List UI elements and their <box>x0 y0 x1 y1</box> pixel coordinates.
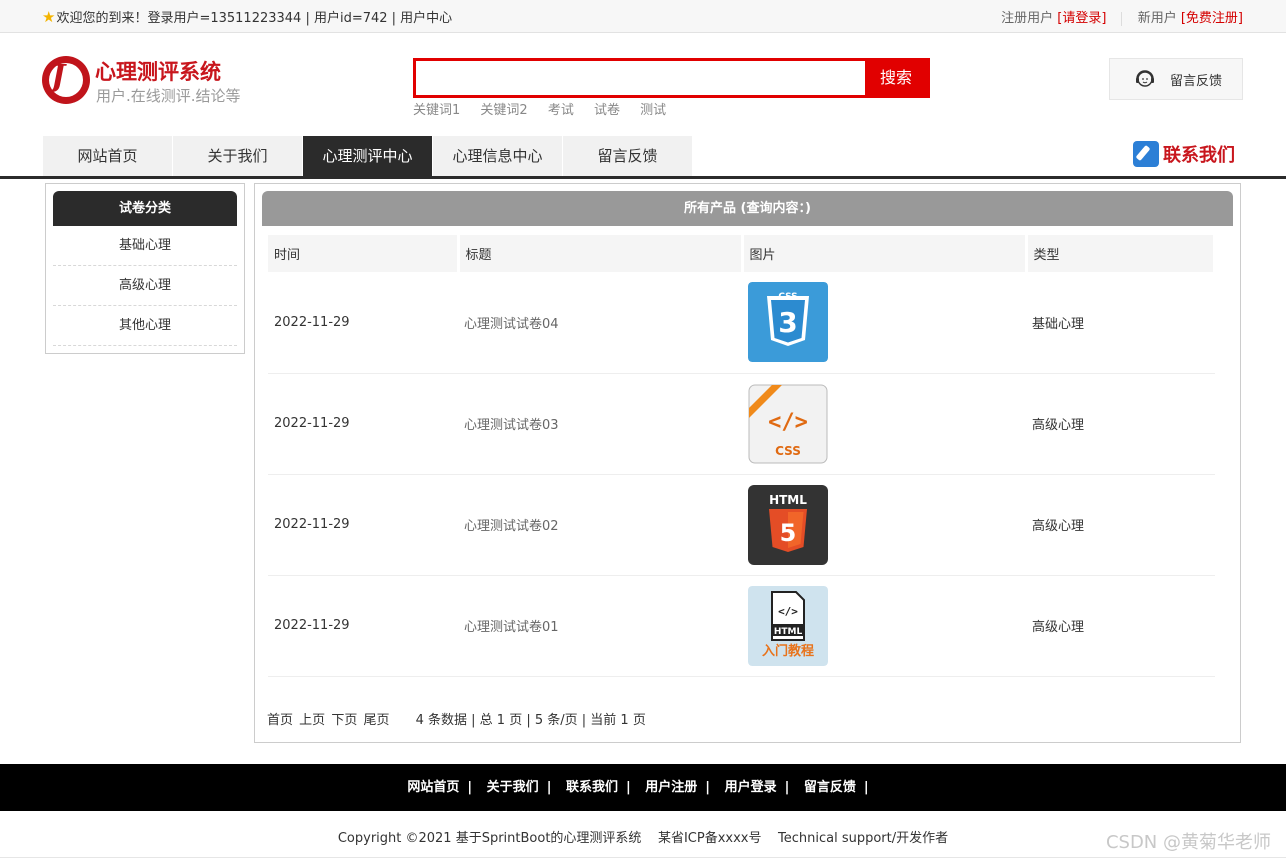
row-type: 高级心理 <box>1026 474 1215 576</box>
row-title-link[interactable]: 心理测试试卷02 <box>458 474 742 576</box>
row-date: 2022-11-29 <box>268 575 458 677</box>
logo-icon[interactable]: J <box>42 56 90 104</box>
svg-text:CSS: CSS <box>778 292 797 302</box>
nav-item-assessment[interactable]: 心理测评中心 <box>303 136 433 176</box>
headset-icon <box>1136 70 1154 87</box>
logo-subtitle: 用户.在线测评.结论等 <box>96 87 241 105</box>
category-item-advanced[interactable]: 高级心理 <box>53 266 237 306</box>
footer-link-home[interactable]: 网站首页 <box>407 780 459 795</box>
row-title-link[interactable]: 心理测试试卷03 <box>458 373 742 475</box>
svg-text:5: 5 <box>780 519 797 547</box>
footer-link-about[interactable]: 关于我们 <box>487 780 539 795</box>
keyword-link[interactable]: 试卷 <box>594 103 620 118</box>
nav-item-home[interactable]: 网站首页 <box>43 136 173 176</box>
category-sidebar: 试卷分类 基础心理 高级心理 其他心理 <box>45 183 245 354</box>
bottom-divider <box>0 857 1286 858</box>
search-button[interactable]: 搜索 <box>865 61 927 95</box>
register-label: 注册用户 <box>1001 11 1054 26</box>
svg-text:3: 3 <box>778 306 797 339</box>
nav-item-about[interactable]: 关于我们 <box>173 136 303 176</box>
svg-text:入门教程: 入门教程 <box>762 643 814 659</box>
search-input[interactable] <box>416 61 868 95</box>
category-item-basic[interactable]: 基础心理 <box>53 226 237 266</box>
watermark-text: CSDN @黄菊华老师 <box>1105 832 1271 853</box>
divider <box>1120 11 1122 26</box>
svg-text:</>: </> <box>778 605 798 618</box>
search-bar: 搜索 <box>413 58 930 98</box>
logo-title[interactable]: 心理测评系统 <box>95 56 221 86</box>
table-row[interactable]: 2022-11-29 心理测试试卷01 </> HTML 入门教程 高级心理 <box>268 575 1215 677</box>
footer-nav: 网站首页 | 关于我们 | 联系我们 | 用户注册 | 用户登录 | 留言反馈 | <box>0 764 1286 811</box>
star-icon: ★ <box>42 8 56 26</box>
pagination: 首页 上页 下页 尾页 4 条数据 | 总 1 页 | 5 条/页 | 当前 1… <box>267 709 646 728</box>
row-type: 基础心理 <box>1026 272 1215 374</box>
row-date: 2022-11-29 <box>268 272 458 374</box>
contact-label: 联系我们 <box>1163 145 1235 166</box>
svg-text:HTML: HTML <box>774 627 803 637</box>
welcome-area: ★欢迎您的到来！登录用户=13511223344 | 用户id=742 | 用户… <box>42 7 452 26</box>
row-date: 2022-11-29 <box>268 373 458 475</box>
product-table: 时间 标题 图片 类型 2022-11-29 心理测试试卷04 CSS 3 基础… <box>268 235 1216 677</box>
table-row[interactable]: 2022-11-29 心理测试试卷03 </> CSS 高级心理 <box>268 373 1215 475</box>
table-header-row: 时间 标题 图片 类型 <box>268 235 1216 272</box>
keyword-link[interactable]: 关键词1 <box>413 103 460 118</box>
keyword-link[interactable]: 考试 <box>548 103 574 118</box>
phone-icon <box>1133 141 1159 167</box>
svg-text:</>: </> <box>768 410 808 435</box>
css-code-icon[interactable]: </> CSS <box>748 384 828 464</box>
new-user-label: 新用户 <box>1137 11 1177 26</box>
nav-item-info[interactable]: 心理信息中心 <box>433 136 563 176</box>
keyword-link[interactable]: 测试 <box>640 103 666 118</box>
footer-link-login[interactable]: 用户登录 <box>725 780 777 795</box>
column-header: 时间 <box>268 235 460 272</box>
footer-link-contact[interactable]: 联系我们 <box>566 780 618 795</box>
pagination-info: 4 条数据 | 总 1 页 | 5 条/页 | 当前 1 页 <box>415 713 646 728</box>
row-title-link[interactable]: 心理测试试卷04 <box>458 272 742 374</box>
keyword-link[interactable]: 关键词2 <box>480 103 527 118</box>
footer-link-register[interactable]: 用户注册 <box>645 780 697 795</box>
row-date: 2022-11-29 <box>268 474 458 576</box>
prev-page-link[interactable]: 上页 <box>299 713 325 728</box>
signup-link[interactable]: [免费注册] <box>1181 11 1243 26</box>
nav-item-feedback[interactable]: 留言反馈 <box>563 136 693 176</box>
nav-divider <box>0 176 1286 179</box>
last-page-link[interactable]: 尾页 <box>363 713 389 728</box>
top-bar: ★欢迎您的到来！登录用户=13511223344 | 用户id=742 | 用户… <box>0 0 1286 33</box>
row-title-link[interactable]: 心理测试试卷01 <box>458 575 742 677</box>
login-link[interactable]: [请登录] <box>1057 11 1106 26</box>
welcome-text: 欢迎您的到来！登录用户=13511223344 | 用户id=742 | 用户中… <box>56 11 453 26</box>
column-header: 图片 <box>742 235 1028 272</box>
table-row[interactable]: 2022-11-29 心理测试试卷02 HTML 5 高级心理 <box>268 474 1215 576</box>
css3-logo-icon[interactable]: CSS 3 <box>748 282 828 363</box>
svg-text:HTML: HTML <box>769 493 807 507</box>
category-item-other[interactable]: 其他心理 <box>53 306 237 346</box>
next-page-link[interactable]: 下页 <box>331 713 357 728</box>
product-panel: 所有产品 (查询内容：) 时间 标题 图片 类型 2022-11-29 心理测试… <box>254 183 1241 743</box>
svg-text:CSS: CSS <box>775 444 801 458</box>
column-header: 类型 <box>1026 235 1216 272</box>
keyword-list: 关键词1 关键词2 考试 试卷 测试 <box>413 99 682 118</box>
footer-link-feedback[interactable]: 留言反馈 <box>804 780 856 795</box>
contact-us-link[interactable]: 联系我们 <box>1133 141 1235 171</box>
copyright-text: Copyright ©2021 基于SprintBoot的心理测评系统 某省IC… <box>337 831 949 846</box>
feedback-label: 留言反馈 <box>1170 74 1223 89</box>
html-tutorial-icon[interactable]: </> HTML 入门教程 <box>748 585 828 666</box>
row-type: 高级心理 <box>1026 373 1215 475</box>
html5-logo-icon[interactable]: HTML 5 <box>748 484 828 565</box>
sidebar-title: 试卷分类 <box>53 191 237 226</box>
account-links: 注册用户 [请登录] 新用户 [免费注册] <box>1001 7 1243 26</box>
category-list: 基础心理 高级心理 其他心理 <box>53 226 237 346</box>
panel-title: 所有产品 (查询内容：) <box>262 191 1233 226</box>
main-nav: 网站首页 关于我们 心理测评中心 心理信息中心 留言反馈 <box>43 136 693 176</box>
row-type: 高级心理 <box>1026 575 1215 677</box>
column-header: 标题 <box>458 235 744 272</box>
table-row[interactable]: 2022-11-29 心理测试试卷04 CSS 3 基础心理 <box>268 272 1215 374</box>
feedback-button[interactable]: 留言反馈 <box>1109 58 1243 100</box>
first-page-link[interactable]: 首页 <box>267 713 293 728</box>
